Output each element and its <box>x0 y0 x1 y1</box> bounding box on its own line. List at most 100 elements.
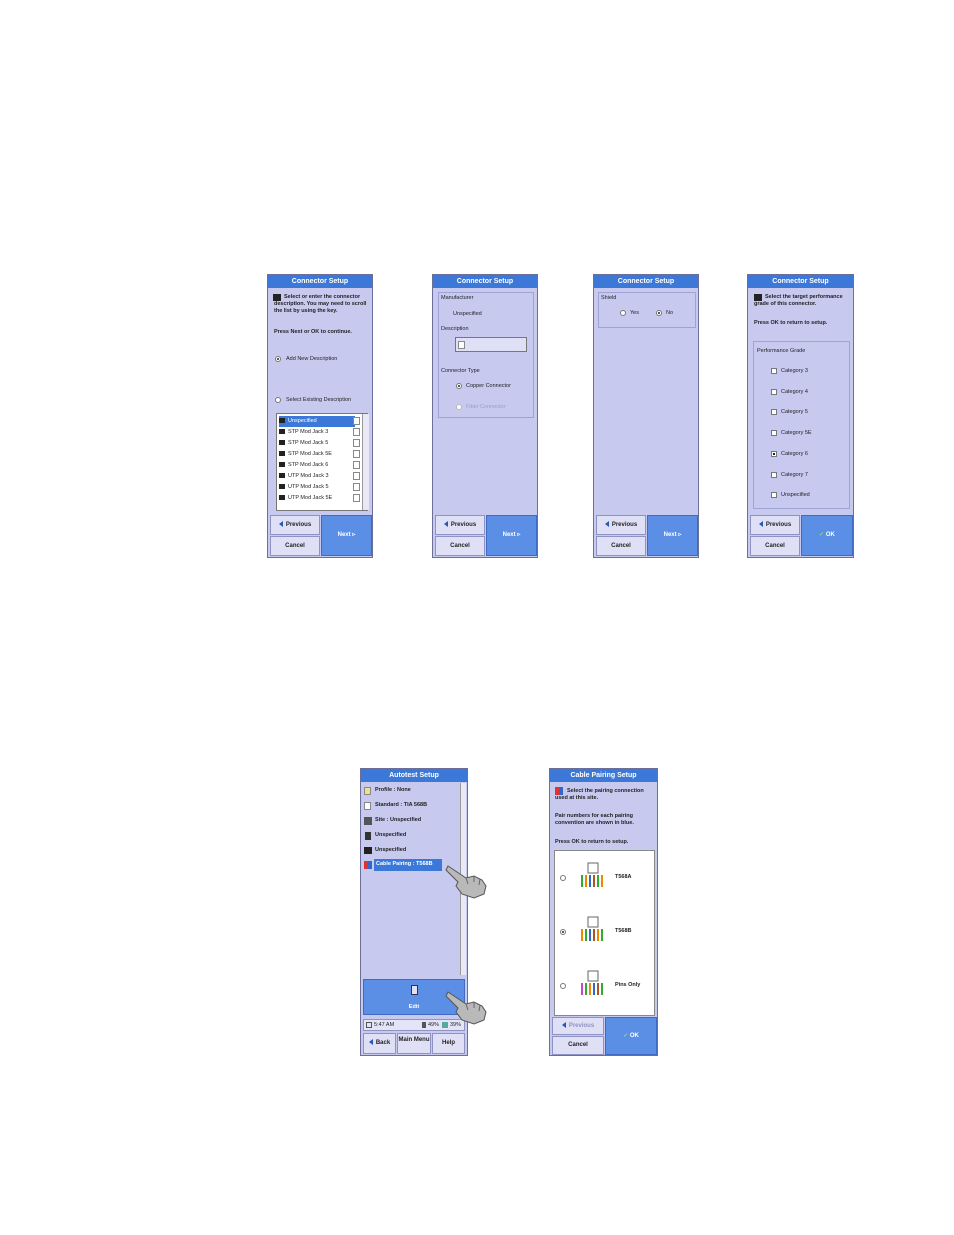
fiber-connector-label[interactable]: Fiber Connector <box>466 404 505 411</box>
status-value-1: 49% <box>428 1022 440 1028</box>
autotest-item[interactable]: Unspecified <box>363 830 459 842</box>
add-new-description-radio[interactable] <box>275 356 281 362</box>
next-button[interactable]: Next ▹ <box>486 515 537 556</box>
connector-icon <box>279 473 285 479</box>
copper-connector-radio[interactable] <box>456 383 462 389</box>
grade-checkbox[interactable] <box>771 472 777 478</box>
battery-icon <box>422 1022 426 1028</box>
cancel-button[interactable]: Cancel <box>435 536 485 556</box>
manufacturer-value[interactable]: Unspecified <box>453 311 482 318</box>
shield-no-label[interactable]: No <box>666 310 673 317</box>
connector-setup-screen-2: Connector Setup Manufacturer Unspecified… <box>432 274 538 558</box>
press-ok-text: Press OK to return to setup. <box>555 839 629 845</box>
grade-label[interactable]: Unspecified <box>781 492 810 499</box>
shield-yes-radio[interactable] <box>620 310 626 316</box>
grade-label[interactable]: Category 7 <box>781 472 808 479</box>
t568b-radio[interactable] <box>560 929 566 935</box>
previous-button[interactable]: Previous <box>435 515 485 535</box>
grade-checkbox[interactable] <box>771 430 777 436</box>
cancel-button[interactable]: Cancel <box>750 536 800 556</box>
cancel-button[interactable]: Cancel <box>270 536 320 556</box>
connector-icon <box>279 451 285 457</box>
previous-button[interactable]: Previous <box>270 515 320 535</box>
autotest-item[interactable]: Site : Unspecified <box>363 815 459 827</box>
press-ok-text: Press OK to return to setup. <box>754 320 828 326</box>
back-button[interactable]: Back <box>363 1033 396 1054</box>
help-button[interactable]: Help <box>432 1033 465 1054</box>
grade-checkbox-selected[interactable] <box>771 451 777 457</box>
arrow-left-icon <box>278 521 283 528</box>
list-item[interactable]: UTP Mod Jack 3 <box>279 471 355 482</box>
select-existing-description-label[interactable]: Select Existing Description <box>286 397 351 404</box>
grade-checkbox[interactable] <box>771 409 777 415</box>
list-scrollbar[interactable] <box>362 414 369 510</box>
next-button[interactable]: Next ▹ <box>647 515 698 556</box>
list-item[interactable]: STP Mod Jack 5E <box>279 449 355 460</box>
autotest-item[interactable]: Profile : None <box>363 785 459 797</box>
grade-checkbox[interactable] <box>771 389 777 395</box>
next-cursor-icon: ▹ <box>678 532 682 538</box>
arrow-left-icon <box>443 521 448 528</box>
description-list[interactable]: Unspecified STP Mod Jack 3 STP Mod Jack … <box>276 413 369 511</box>
select-existing-description-radio[interactable] <box>275 397 281 403</box>
description-field[interactable] <box>455 337 527 352</box>
pins-only-radio[interactable] <box>560 983 566 989</box>
list-item[interactable]: UTP Mod Jack 5 <box>279 482 355 493</box>
screen-title: Autotest Setup <box>361 769 467 782</box>
pins-only-label[interactable]: Pins Only <box>615 982 640 989</box>
cable-pairing-setup-screen: Cable Pairing Setup Select the pairing c… <box>549 768 658 1056</box>
grade-label[interactable]: Category 6 <box>781 451 808 458</box>
connector-setup-screen-4: Connector Setup Select the target perfor… <box>747 274 854 558</box>
shield-yes-label[interactable]: Yes <box>630 310 639 317</box>
ok-button[interactable]: ✓ OK <box>801 515 853 556</box>
next-button[interactable]: Next ▹ <box>321 515 372 556</box>
clock-icon <box>366 1022 372 1028</box>
screen-title: Connector Setup <box>594 275 698 288</box>
screen-title: Cable Pairing Setup <box>550 769 657 782</box>
arrow-left-icon <box>368 1039 373 1046</box>
status-time: 5:47 AM <box>374 1022 395 1028</box>
shield-no-radio[interactable] <box>656 310 662 316</box>
previous-button[interactable]: Previous <box>596 515 646 535</box>
instruction-text: Select the target performance grade of t… <box>754 294 843 307</box>
manufacturer-label: Manufacturer <box>441 295 474 301</box>
site-icon <box>364 817 372 825</box>
t568a-label[interactable]: T568A <box>615 874 632 881</box>
press-next-text: Press Next or OK to continue. <box>274 329 352 335</box>
fiber-connector-radio[interactable] <box>456 404 462 410</box>
grade-label[interactable]: Category 4 <box>781 389 808 396</box>
grade-label[interactable]: Category 3 <box>781 368 808 375</box>
arrow-left-icon <box>561 1022 566 1029</box>
grade-label[interactable]: Category 5E <box>781 430 812 437</box>
autotest-item[interactable]: Unspecified <box>363 845 459 857</box>
t568b-label[interactable]: T568B <box>615 928 632 935</box>
instruction-text: Select or enter the connector descriptio… <box>274 294 367 314</box>
screen-title: Connector Setup <box>748 275 853 288</box>
profile-icon <box>364 787 371 795</box>
list-item[interactable]: STP Mod Jack 5 <box>279 438 355 449</box>
connector-icon <box>279 440 285 446</box>
shield-label: Shield <box>601 295 617 301</box>
document-icon <box>353 439 360 447</box>
previous-button[interactable]: Previous <box>552 1017 604 1035</box>
list-item[interactable]: STP Mod Jack 6 <box>279 460 355 471</box>
instruction-text: Select the pairing connection used at th… <box>555 788 644 801</box>
cancel-button[interactable]: Cancel <box>552 1036 604 1055</box>
list-item[interactable]: STP Mod Jack 3 <box>279 427 355 438</box>
grade-checkbox[interactable] <box>771 368 777 374</box>
main-menu-button[interactable]: Main Menu <box>397 1033 431 1054</box>
add-new-description-label[interactable]: Add New Description <box>286 356 337 363</box>
list-item[interactable]: UTP Mod Jack 5E <box>279 493 355 504</box>
copper-connector-label[interactable]: Copper Connector <box>466 383 511 390</box>
pins-only-wiring-icon <box>581 970 603 995</box>
arrow-left-icon <box>758 521 763 528</box>
list-item[interactable]: Unspecified <box>279 416 355 427</box>
ok-button[interactable]: ✓ OK <box>605 1017 657 1055</box>
autotest-item[interactable]: Standard : TIA 568B <box>363 800 459 812</box>
grade-label[interactable]: Category 5 <box>781 409 808 416</box>
cancel-button[interactable]: Cancel <box>596 536 646 556</box>
t568a-radio[interactable] <box>560 875 566 881</box>
grade-checkbox[interactable] <box>771 492 777 498</box>
previous-button[interactable]: Previous <box>750 515 800 535</box>
document-icon <box>353 472 360 480</box>
